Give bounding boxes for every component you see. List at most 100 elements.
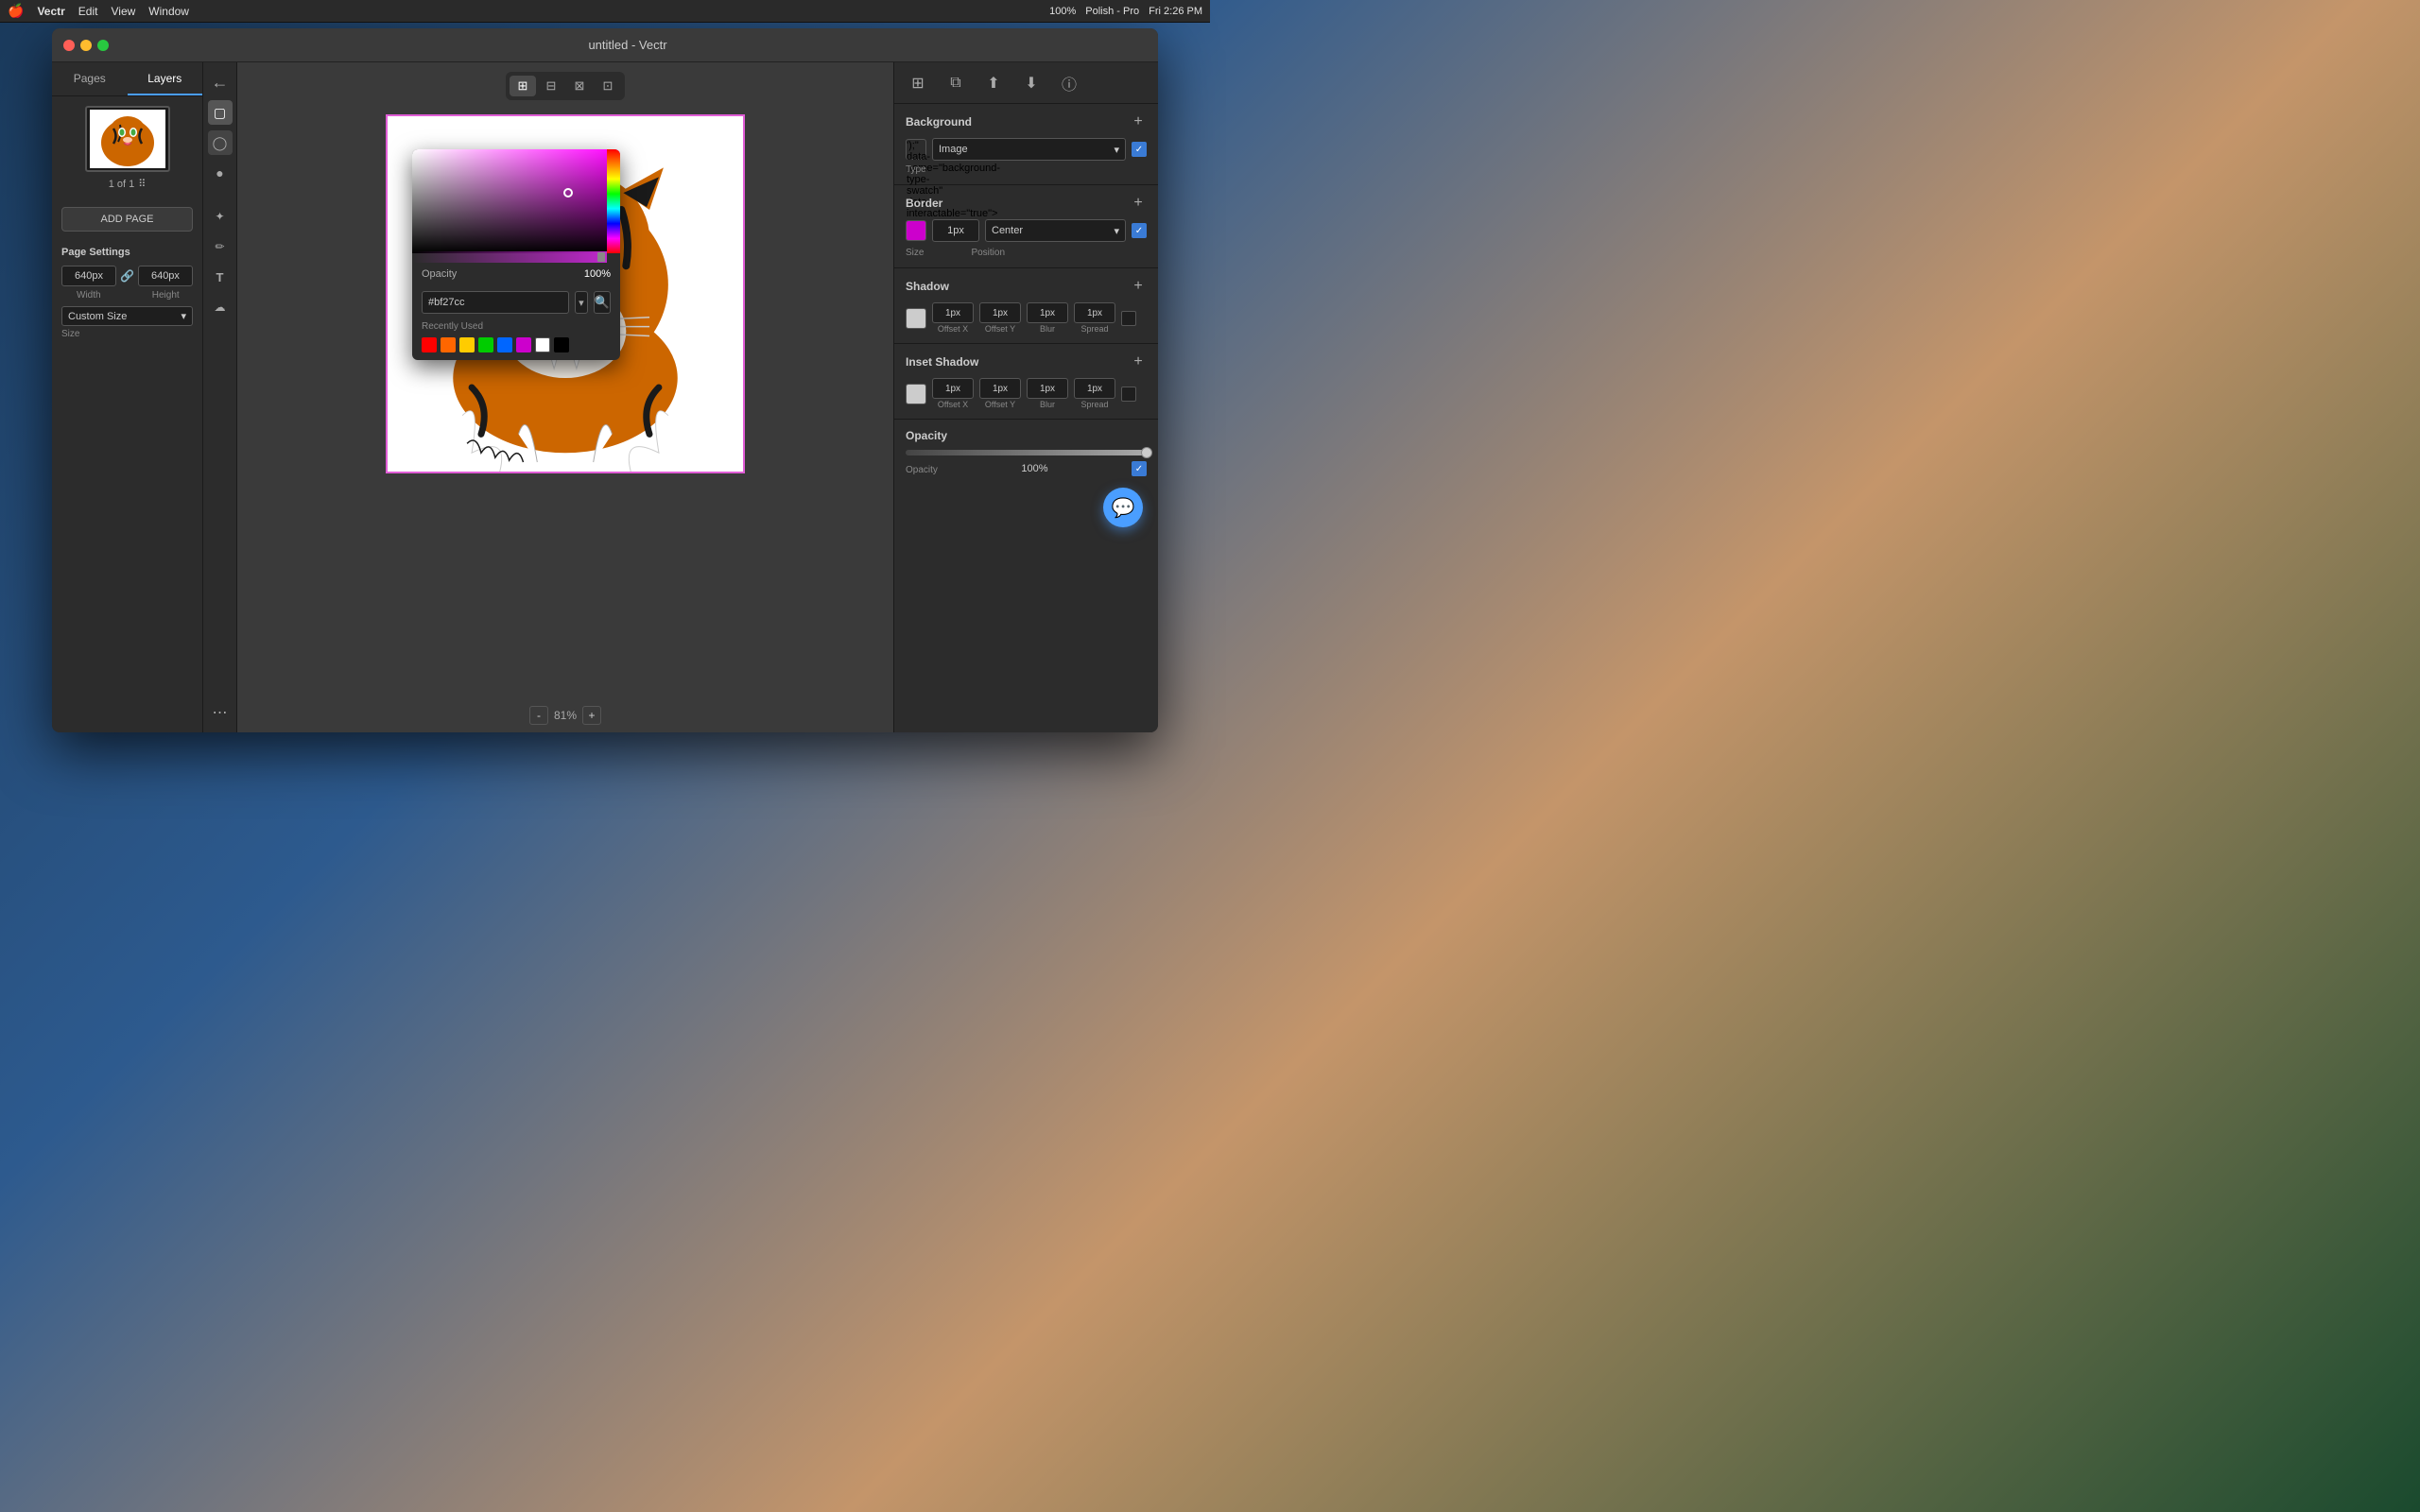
background-type-row: ');" data-name="background-type-swatch" … [906,138,1147,161]
swatch-orange[interactable] [441,337,456,352]
circle-tool[interactable]: ● [208,161,233,185]
export-icon[interactable]: ⬆ [977,68,1010,98]
align-center-tool[interactable]: ⊟ [538,76,564,96]
swatch-yellow[interactable] [459,337,475,352]
opacity-percentage: 100% [1021,463,1047,474]
shadow-blur-input[interactable] [1027,302,1068,323]
window-title: untitled - Vectr [109,38,1147,52]
height-label: Height [138,290,193,301]
inset-shadow-inputs: Offset X Offset Y Blur Spread [906,378,1147,409]
shadow-offset-x-input[interactable] [932,302,974,323]
width-input[interactable] [61,266,116,286]
inset-shadow-spread-group: Spread [1074,378,1115,409]
tab-layers[interactable]: Layers [128,62,203,95]
more-options[interactable]: ⋯ [208,700,233,725]
eyedropper-button[interactable]: 🔍 [594,291,611,314]
color-spectrum[interactable] [607,149,620,253]
minimize-button[interactable] [80,40,92,51]
back-button[interactable]: ← [208,70,233,94]
maximize-button[interactable] [97,40,109,51]
page-thumbnail[interactable] [85,106,170,172]
border-enabled-check[interactable]: ✓ [1132,223,1147,238]
ellipse-tool[interactable]: ◯ [208,130,233,155]
grid-icon[interactable]: ⊞ [902,68,934,98]
swatch-green[interactable] [478,337,493,352]
inset-shadow-offset-x-input[interactable] [932,378,974,399]
inset-shadow-spread-label: Spread [1080,400,1108,409]
swatch-red[interactable] [422,337,437,352]
shadow-offset-y-group: Offset Y [979,302,1021,334]
inset-shadow-blur-input[interactable] [1027,378,1068,399]
border-section-header: Border + [906,195,1147,212]
swatch-purple[interactable] [516,337,531,352]
shadow-spread-input[interactable] [1074,302,1115,323]
background-type-dropdown[interactable]: Image ▾ [932,138,1126,161]
apple-menu[interactable]: 🍎 [8,3,24,19]
shadow-color-swatch[interactable] [906,308,926,329]
opacity-enabled-check[interactable]: ✓ [1132,461,1147,476]
alpha-bar[interactable] [412,251,607,263]
tab-pages[interactable]: Pages [52,62,128,95]
border-position-dropdown[interactable]: Center ▾ [985,219,1126,242]
background-add-button[interactable]: + [1130,113,1147,130]
recently-used-colors [412,334,620,360]
inset-shadow-offset-y-label: Offset Y [985,400,1015,409]
zoom-minus-button[interactable]: - [529,706,548,725]
border-color-swatch[interactable] [906,220,926,241]
left-sidebar: Pages Layers [52,62,203,732]
info-icon[interactable]: ⓘ [1053,68,1085,98]
node-tool[interactable]: ✦ [208,204,233,229]
pen-tool[interactable]: ✏ [208,234,233,259]
shadow-add-button[interactable]: + [1130,278,1147,295]
swatch-blue[interactable] [497,337,512,352]
layers-icon[interactable]: ⧉ [940,68,972,98]
locale-indicator: Polish - Pro [1085,6,1139,17]
hex-format-dropdown[interactable]: ▾ [575,291,588,314]
hex-input[interactable] [422,291,569,314]
inset-shadow-blur-group: Blur [1027,378,1068,409]
shadow-title: Shadow [906,280,949,293]
battery-status: 100% [1049,6,1076,17]
opacity-label-text: Opacity [906,465,938,475]
size-dropdown[interactable]: Custom Size ▾ [61,306,193,326]
inset-shadow-blur-label: Blur [1040,400,1055,409]
edit-menu[interactable]: Edit [78,5,98,18]
border-title: Border [906,197,942,210]
inset-shadow-enabled-check[interactable] [1121,387,1136,402]
inset-shadow-color-swatch[interactable] [906,384,926,404]
shadow-enabled-check[interactable] [1121,311,1136,326]
opacity-slider[interactable] [906,450,1147,455]
shadow-offset-y-input[interactable] [979,302,1021,323]
canvas-area: ⊞ ⊟ ⊠ ⊡ [237,62,893,732]
border-add-button[interactable]: + [1130,195,1147,212]
align-left-tool[interactable]: ⊞ [510,76,536,96]
color-gradient-area[interactable] [412,149,620,263]
rectangle-tool[interactable]: ▢ [208,100,233,125]
close-button[interactable] [63,40,75,51]
import-icon[interactable]: ⬇ [1015,68,1047,98]
align-bottom-tool[interactable]: ⊡ [595,76,621,96]
opacity-value-row: Opacity 100% ✓ [906,461,1147,476]
add-page-button[interactable]: ADD PAGE [61,207,193,232]
shadow-spread-group: Spread [1074,302,1115,334]
window-menu[interactable]: Window [148,5,189,18]
swatch-white[interactable] [535,337,550,352]
page-settings: Page Settings 🔗 Width Height Custom Size… [52,239,202,347]
import-tool[interactable]: ☁ [208,295,233,319]
background-enabled-check[interactable]: ✓ [1132,142,1147,157]
align-top-tool[interactable]: ⊠ [566,76,593,96]
color-gradient[interactable] [412,149,620,253]
height-input[interactable] [138,266,193,286]
color-cursor[interactable] [563,188,573,198]
text-tool[interactable]: T [208,265,233,289]
inset-shadow-spread-input[interactable] [1074,378,1115,399]
zoom-plus-button[interactable]: + [582,706,601,725]
swatch-black[interactable] [554,337,569,352]
inset-shadow-add-button[interactable]: + [1130,353,1147,370]
view-menu[interactable]: View [111,5,135,18]
chat-button[interactable]: 💬 [1103,488,1143,527]
inset-shadow-offset-x-group: Offset X [932,378,974,409]
border-size-input[interactable] [932,219,979,242]
width-label: Width [61,290,116,301]
inset-shadow-offset-y-input[interactable] [979,378,1021,399]
